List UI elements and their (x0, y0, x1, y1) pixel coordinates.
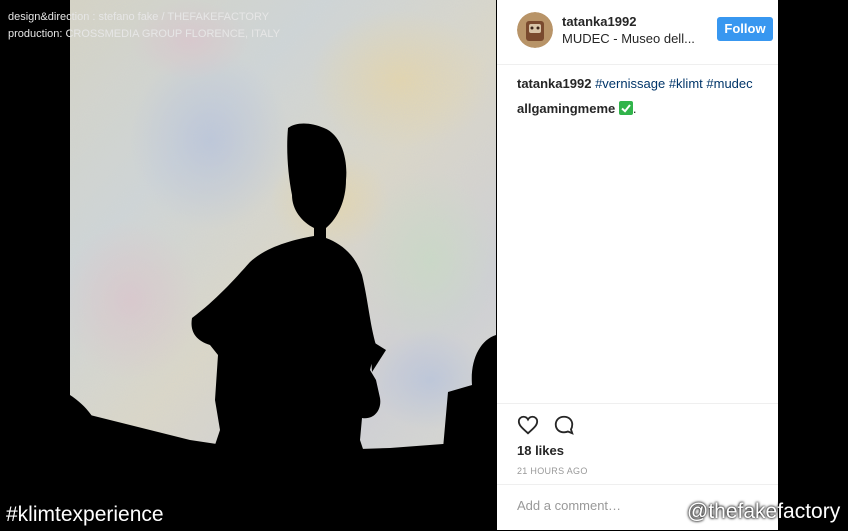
comments-list: tatanka1992 #vernissage #klimt #mudec al… (517, 76, 767, 126)
comment-icon[interactable] (553, 414, 575, 441)
heart-icon[interactable] (517, 414, 539, 441)
credits: design&direction : stefano fake / THEFAK… (8, 9, 280, 43)
credits-production: production: CROSSMEDIA GROUP FLORENCE, I… (8, 28, 281, 40)
comment-username[interactable]: allgamingmeme (517, 101, 615, 116)
post-photo[interactable] (70, 0, 496, 530)
overlay-hashtag: #klimtexperience (6, 503, 164, 526)
likes-count[interactable]: 18 likes (517, 443, 564, 458)
post-timestamp[interactable]: 21 HOURS AGO (517, 466, 588, 476)
check-mark-emoji-icon (618, 101, 633, 115)
hashtag-link[interactable]: #klimt (669, 76, 703, 91)
post-location[interactable]: MUDEC - Museo dell... (562, 31, 702, 46)
credits-direction: design&direction : stefano fake / THEFAK… (8, 11, 270, 23)
caption-username[interactable]: tatanka1992 (517, 76, 591, 91)
post-side-panel: tatanka1992 MUDEC - Museo dell... Follow… (497, 0, 778, 530)
post-actions: 18 likes 21 HOURS AGO (497, 403, 778, 476)
post-username[interactable]: tatanka1992 (562, 14, 636, 29)
post-header: tatanka1992 MUDEC - Museo dell... Follow (497, 0, 778, 65)
avatar[interactable] (517, 12, 553, 48)
comment-item: allgamingmeme . (517, 101, 637, 116)
overlay-handle: @thefakefactory (687, 500, 841, 523)
hashtag-link[interactable]: #vernissage (595, 76, 665, 91)
hashtag-link[interactable]: #mudec (706, 76, 752, 91)
caption: tatanka1992 #vernissage #klimt #mudec (517, 76, 767, 92)
follow-button[interactable]: Follow (717, 17, 773, 41)
